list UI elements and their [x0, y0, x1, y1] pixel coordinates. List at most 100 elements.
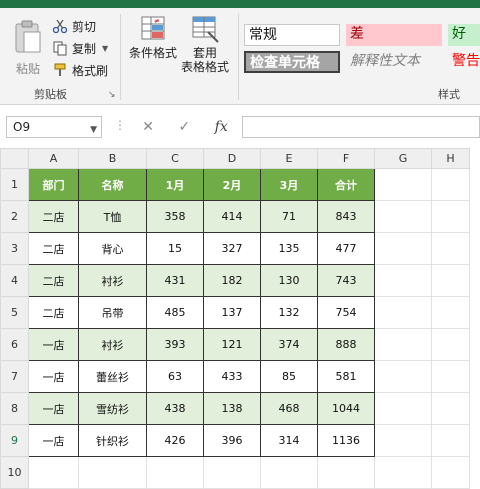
chevron-down-icon[interactable]: ▼ — [90, 120, 97, 140]
row-header-1[interactable]: 1 — [0, 168, 29, 201]
row-header-2[interactable]: 2 — [0, 200, 29, 233]
empty-cell[interactable] — [374, 392, 432, 425]
table-cell[interactable]: 485 — [146, 296, 204, 329]
table-cell[interactable]: 132 — [260, 296, 318, 329]
conditional-format-button[interactable]: ≠ 条件格式 — [126, 14, 180, 60]
empty-cell[interactable] — [203, 456, 261, 489]
table-cell[interactable]: 一店 — [28, 360, 79, 393]
table-cell[interactable]: 477 — [317, 232, 375, 265]
style-normal[interactable]: 常规 — [244, 24, 340, 46]
table-header-cell[interactable]: 2月 — [203, 168, 261, 201]
table-cell[interactable]: 135 — [260, 232, 318, 265]
style-explanatory[interactable]: 解释性文本 — [346, 51, 442, 73]
column-header-h[interactable]: H — [431, 148, 470, 169]
empty-cell[interactable] — [28, 456, 79, 489]
table-cell[interactable]: 433 — [203, 360, 261, 393]
table-cell[interactable]: 358 — [146, 200, 204, 233]
table-cell[interactable]: 754 — [317, 296, 375, 329]
copy-button[interactable]: 复制 ▼ — [52, 38, 108, 58]
empty-cell[interactable] — [374, 168, 432, 201]
row-header-10[interactable]: 10 — [0, 456, 29, 489]
empty-cell[interactable] — [317, 456, 375, 489]
table-cell[interactable]: 396 — [203, 424, 261, 457]
row-header-9[interactable]: 9 — [0, 424, 29, 457]
table-cell[interactable]: 468 — [260, 392, 318, 425]
table-header-cell[interactable]: 名称 — [78, 168, 147, 201]
select-all-corner[interactable] — [0, 148, 29, 169]
table-cell[interactable]: 衬衫 — [78, 328, 147, 361]
table-cell[interactable]: 374 — [260, 328, 318, 361]
column-header-g[interactable]: G — [374, 148, 432, 169]
table-cell[interactable]: 二店 — [28, 200, 79, 233]
empty-cell[interactable] — [78, 456, 147, 489]
empty-cell[interactable] — [431, 264, 470, 297]
enter-icon[interactable]: ✓ — [178, 119, 190, 135]
style-bad[interactable]: 差 — [346, 24, 442, 46]
empty-cell[interactable] — [374, 200, 432, 233]
table-header-cell[interactable]: 1月 — [146, 168, 204, 201]
style-warning[interactable]: 警告 — [448, 51, 480, 73]
empty-cell[interactable] — [374, 296, 432, 329]
empty-cell[interactable] — [146, 456, 204, 489]
table-cell[interactable]: 581 — [317, 360, 375, 393]
column-header-a[interactable]: A — [28, 148, 79, 169]
row-header-6[interactable]: 6 — [0, 328, 29, 361]
empty-cell[interactable] — [431, 168, 470, 201]
table-cell[interactable]: 431 — [146, 264, 204, 297]
name-box[interactable]: O9 ▼ — [6, 116, 102, 138]
table-cell[interactable]: 针织衫 — [78, 424, 147, 457]
style-check-cell[interactable]: 检查单元格 — [244, 51, 340, 73]
empty-cell[interactable] — [431, 456, 470, 489]
column-header-d[interactable]: D — [203, 148, 261, 169]
table-cell[interactable]: 吊带 — [78, 296, 147, 329]
empty-cell[interactable] — [431, 200, 470, 233]
cut-button[interactable]: 剪切 — [52, 16, 96, 36]
empty-cell[interactable] — [374, 264, 432, 297]
table-cell[interactable]: 182 — [203, 264, 261, 297]
table-cell[interactable]: 314 — [260, 424, 318, 457]
table-cell[interactable]: 438 — [146, 392, 204, 425]
format-as-table-button[interactable]: 套用 表格格式 — [178, 14, 232, 74]
table-cell[interactable]: 雪纺衫 — [78, 392, 147, 425]
empty-cell[interactable] — [431, 328, 470, 361]
table-cell[interactable]: 121 — [203, 328, 261, 361]
column-header-f[interactable]: F — [317, 148, 375, 169]
table-cell[interactable]: 137 — [203, 296, 261, 329]
empty-cell[interactable] — [431, 296, 470, 329]
table-header-cell[interactable]: 合计 — [317, 168, 375, 201]
empty-cell[interactable] — [374, 328, 432, 361]
table-cell[interactable]: 一店 — [28, 328, 79, 361]
table-cell[interactable]: 二店 — [28, 232, 79, 265]
empty-cell[interactable] — [374, 456, 432, 489]
table-cell[interactable]: 743 — [317, 264, 375, 297]
insert-function-icon[interactable]: fx — [215, 119, 228, 135]
table-cell[interactable]: 蕾丝衫 — [78, 360, 147, 393]
table-cell[interactable]: T恤 — [78, 200, 147, 233]
table-cell[interactable]: 888 — [317, 328, 375, 361]
empty-cell[interactable] — [374, 232, 432, 265]
table-cell[interactable]: 843 — [317, 200, 375, 233]
worksheet-grid[interactable]: A B C D E F G H 1 部门 名称 1月 2月 3月 合计 2 二店 T恤 358 414 71 843 3 二店… — [0, 148, 480, 489]
format-painter-button[interactable]: 格式刷 — [52, 60, 108, 80]
column-header-e[interactable]: E — [260, 148, 318, 169]
table-cell[interactable]: 二店 — [28, 264, 79, 297]
table-cell[interactable]: 衬衫 — [78, 264, 147, 297]
table-cell[interactable]: 71 — [260, 200, 318, 233]
empty-cell[interactable] — [431, 392, 470, 425]
column-header-b[interactable]: B — [78, 148, 147, 169]
formula-input[interactable] — [242, 116, 480, 138]
table-cell[interactable]: 一店 — [28, 424, 79, 457]
paste-button[interactable]: 粘贴 — [8, 16, 48, 76]
table-cell[interactable]: 426 — [146, 424, 204, 457]
chevron-down-icon[interactable]: ▼ — [102, 44, 108, 53]
table-header-cell[interactable]: 部门 — [28, 168, 79, 201]
table-cell[interactable]: 85 — [260, 360, 318, 393]
column-header-c[interactable]: C — [146, 148, 204, 169]
table-header-cell[interactable]: 3月 — [260, 168, 318, 201]
table-cell[interactable]: 130 — [260, 264, 318, 297]
table-cell[interactable]: 15 — [146, 232, 204, 265]
cancel-icon[interactable]: ✕ — [142, 119, 154, 135]
table-cell[interactable]: 1044 — [317, 392, 375, 425]
table-cell[interactable]: 138 — [203, 392, 261, 425]
empty-cell[interactable] — [431, 424, 470, 457]
